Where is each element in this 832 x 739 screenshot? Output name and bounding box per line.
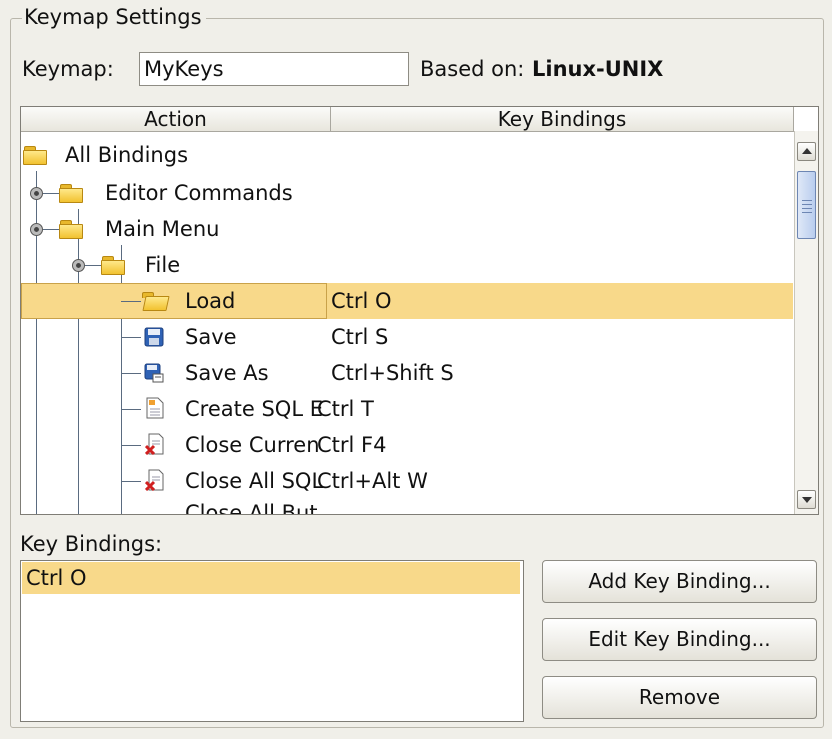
row-action: Close All But bbox=[185, 501, 318, 515]
save-as-icon bbox=[144, 363, 164, 383]
row-action: File bbox=[145, 253, 181, 277]
row-binding: Ctrl T bbox=[317, 397, 374, 421]
row-action: Editor Commands bbox=[105, 181, 293, 205]
expand-handle-icon[interactable] bbox=[30, 187, 43, 200]
keymap-label: Keymap: bbox=[22, 57, 114, 81]
add-key-binding-button[interactable]: Add Key Binding... bbox=[542, 560, 817, 603]
table-row[interactable]: File bbox=[21, 247, 793, 283]
vertical-scrollbar[interactable] bbox=[794, 131, 818, 514]
table-row[interactable]: Close All But bbox=[21, 499, 793, 514]
row-action: Close All SQL bbox=[185, 469, 324, 493]
group-title: Keymap Settings bbox=[22, 4, 206, 30]
row-binding: Ctrl+Alt W bbox=[317, 469, 428, 493]
table-row[interactable]: Main Menu bbox=[21, 211, 793, 247]
row-action: Close Curren bbox=[185, 433, 320, 457]
column-header-action[interactable]: Action bbox=[21, 107, 331, 131]
tree-line bbox=[43, 229, 59, 230]
table-row[interactable]: Save Ctrl S bbox=[21, 319, 793, 355]
edit-key-binding-button[interactable]: Edit Key Binding... bbox=[542, 618, 817, 661]
save-icon bbox=[144, 327, 164, 347]
remove-button[interactable]: Remove bbox=[542, 676, 817, 719]
key-bindings-label: Key Bindings: bbox=[20, 532, 163, 556]
scroll-down-arrow-icon[interactable] bbox=[797, 490, 816, 509]
key-bindings-list[interactable]: Ctrl O bbox=[20, 560, 524, 722]
folder-icon bbox=[101, 256, 125, 275]
column-header-key-bindings[interactable]: Key Bindings bbox=[331, 107, 794, 131]
bindings-tree-table[interactable]: Action Key Bindings All Bindings Editor … bbox=[20, 106, 819, 515]
tree-line bbox=[121, 301, 141, 302]
row-action: Save bbox=[185, 325, 237, 349]
row-binding: Ctrl+Shift S bbox=[331, 361, 454, 385]
based-on-label: Based on: bbox=[420, 57, 525, 81]
based-on-value: Linux-UNIX bbox=[532, 57, 664, 81]
table-row-selected[interactable]: Load Ctrl O bbox=[21, 283, 793, 319]
open-folder-icon bbox=[141, 292, 170, 311]
folder-icon bbox=[59, 220, 83, 239]
tree-line bbox=[121, 445, 141, 446]
folder-icon bbox=[59, 184, 83, 203]
expand-handle-icon[interactable] bbox=[72, 259, 85, 272]
tree-line bbox=[43, 193, 59, 194]
close-document-icon bbox=[145, 433, 164, 455]
row-action: Load bbox=[185, 289, 236, 313]
tree-line bbox=[121, 373, 141, 374]
table-row[interactable]: Close Curren Ctrl F4 bbox=[21, 427, 793, 463]
scroll-thumb[interactable] bbox=[797, 171, 816, 239]
table-header: Action Key Bindings bbox=[21, 107, 794, 132]
tree-line bbox=[121, 337, 141, 338]
tree-line bbox=[121, 481, 141, 482]
row-action: All Bindings bbox=[65, 143, 189, 167]
row-binding: Ctrl S bbox=[331, 325, 389, 349]
tree-line bbox=[85, 265, 101, 266]
keymap-name-input[interactable] bbox=[139, 52, 409, 86]
row-binding: Ctrl F4 bbox=[317, 433, 387, 457]
list-item[interactable]: Ctrl O bbox=[22, 562, 520, 594]
table-row[interactable]: Create SQL E Ctrl T bbox=[21, 391, 793, 427]
tree-line bbox=[121, 409, 141, 410]
table-row[interactable]: All Bindings bbox=[21, 137, 793, 173]
expand-handle-icon[interactable] bbox=[30, 223, 43, 236]
row-binding: Ctrl O bbox=[331, 289, 392, 313]
row-action: Create SQL E bbox=[185, 397, 323, 421]
new-document-icon bbox=[146, 397, 164, 419]
close-document-icon bbox=[145, 469, 164, 491]
folder-icon bbox=[23, 146, 47, 165]
row-action: Save As bbox=[185, 361, 269, 385]
scroll-up-arrow-icon[interactable] bbox=[797, 142, 816, 161]
table-row[interactable]: Editor Commands bbox=[21, 175, 793, 211]
row-action: Main Menu bbox=[105, 217, 220, 241]
selection-focus-box bbox=[21, 283, 327, 319]
table-row[interactable]: Close All SQL Ctrl+Alt W bbox=[21, 463, 793, 499]
table-row[interactable]: Save As Ctrl+Shift S bbox=[21, 355, 793, 391]
